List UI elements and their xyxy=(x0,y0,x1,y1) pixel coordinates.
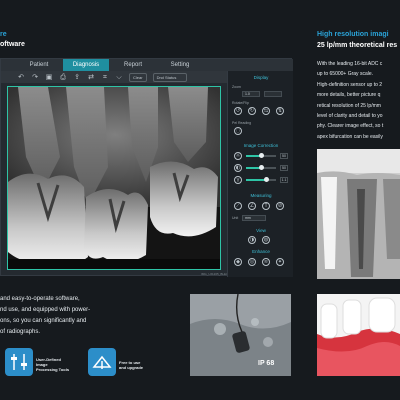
pixel-reading-label: Pel Reading xyxy=(232,121,252,125)
redo-icon[interactable]: ↷ xyxy=(31,73,39,81)
ruler-icon[interactable]: ⟋ xyxy=(234,202,242,210)
print-icon[interactable]: ⎙ xyxy=(59,73,67,81)
description-line3: ons, so you can significantly and xyxy=(0,318,87,324)
zoom-label: Zoom xyxy=(232,85,241,89)
resolution-title: High resolution imagi xyxy=(317,31,389,38)
feature-label-image-tools: User-Defined Image Processing Tools xyxy=(36,357,70,372)
control-panel: Display Zoom 1.0 Rotate/Flip ↺ ↻ ⇆ ⇅ Pel… xyxy=(227,71,293,277)
tab-diagnosis[interactable]: Diagnosis xyxy=(63,59,109,71)
auto-icon[interactable]: ✦ xyxy=(276,258,284,266)
image-correction-title: Image Correction xyxy=(243,143,279,148)
flip-horizontal-icon[interactable]: ⇆ xyxy=(262,107,270,115)
resolution-subtitle: 25 lp/mm theoretical res xyxy=(317,42,398,49)
xray-closeup-image xyxy=(317,149,400,279)
description-line1: and easy-to-operate software, xyxy=(0,296,80,302)
tab-report[interactable]: Report xyxy=(109,59,157,71)
description-line4: of radiographs. xyxy=(0,329,41,335)
crop-icon[interactable]: ⌗ xyxy=(101,73,109,81)
rotate-right-icon[interactable]: ↻ xyxy=(248,107,256,115)
contrast-value[interactable]: 50 xyxy=(280,165,288,171)
tooth-icon[interactable]: ⌵ xyxy=(115,73,123,81)
waterproof-sensor-photo: IP 68 xyxy=(190,294,291,376)
brightness-value[interactable]: 50 xyxy=(280,153,288,159)
dental-xray-image xyxy=(8,87,220,269)
tab-bar: Patient Diagnosis Report Setting xyxy=(1,59,293,71)
contrast-slider[interactable] xyxy=(246,165,276,170)
status-select[interactable]: Dnd Status xyxy=(152,72,187,82)
tab-setting[interactable]: Setting xyxy=(157,59,203,71)
text-icon[interactable]: T xyxy=(262,202,270,210)
unit-label: Unit xyxy=(232,216,239,220)
rotate-flip-label: Rotate/Flip xyxy=(232,101,249,105)
filter-icon[interactable]: ≋ xyxy=(262,258,270,266)
invert-icon[interactable]: ◑ xyxy=(248,236,256,244)
description-line2: nd use, and equipped with power- xyxy=(0,307,91,313)
transfer-icon[interactable]: ⇄ xyxy=(87,73,95,81)
gamma-value[interactable]: 1.1 xyxy=(280,177,288,183)
view-title: View xyxy=(256,228,266,233)
left-heading-line2: oftware xyxy=(0,41,25,48)
resolution-body: With the leading 16-bit ADC c up to 6500… xyxy=(317,61,384,140)
rotate-left-icon[interactable]: ↺ xyxy=(234,107,242,115)
zoom-select[interactable]: 1.0 xyxy=(242,91,260,97)
save-icon[interactable]: ▣ xyxy=(45,73,53,81)
toolbar: ↶ ↷ ▣ ⎙ ⇪ ⇄ ⌗ ⌵ Clear Dnd Status xyxy=(1,71,227,83)
export-icon[interactable]: ⇪ xyxy=(73,73,81,81)
undo-icon[interactable]: ↶ xyxy=(17,73,25,81)
flip-vertical-icon[interactable]: ⇅ xyxy=(276,107,284,115)
enhance-title: Enhance xyxy=(252,249,270,254)
contrast-icon: ◐ xyxy=(234,164,242,172)
sliders-icon xyxy=(5,348,33,376)
clear-button[interactable]: Clear xyxy=(129,72,147,82)
ip-rating-label: IP 68 xyxy=(258,360,275,367)
left-heading-line1: re xyxy=(0,31,7,38)
brightness-slider[interactable] xyxy=(246,153,276,158)
angle-icon[interactable]: ∠ xyxy=(248,202,256,210)
gum-model-image xyxy=(317,294,400,376)
upgrade-icon xyxy=(88,348,116,376)
sharpen-icon[interactable]: ◆ xyxy=(234,258,242,266)
smooth-icon[interactable]: ◎ xyxy=(248,258,256,266)
pixel-icon[interactable]: ◌ xyxy=(234,127,242,135)
brightness-icon: ☼ xyxy=(234,152,242,160)
tab-patient[interactable]: Patient xyxy=(15,59,63,71)
diagnosis-app-window: Patient Diagnosis Report Setting ↶ ↷ ▣ ⎙… xyxy=(0,58,293,277)
display-section-title: Display xyxy=(253,75,269,80)
unit-select[interactable]: mm xyxy=(242,215,266,221)
gamma-icon: γ xyxy=(234,176,242,184)
fit-select[interactable] xyxy=(264,91,282,97)
feature-label-upgrade: Free to use and upgrade xyxy=(119,360,144,370)
measuring-title: Measuring xyxy=(250,193,272,198)
pseudo-color-icon[interactable]: ◍ xyxy=(262,236,270,244)
gamma-slider[interactable] xyxy=(246,177,276,182)
erase-icon[interactable]: ⊘ xyxy=(276,202,284,210)
xray-image-viewer[interactable] xyxy=(7,86,221,270)
